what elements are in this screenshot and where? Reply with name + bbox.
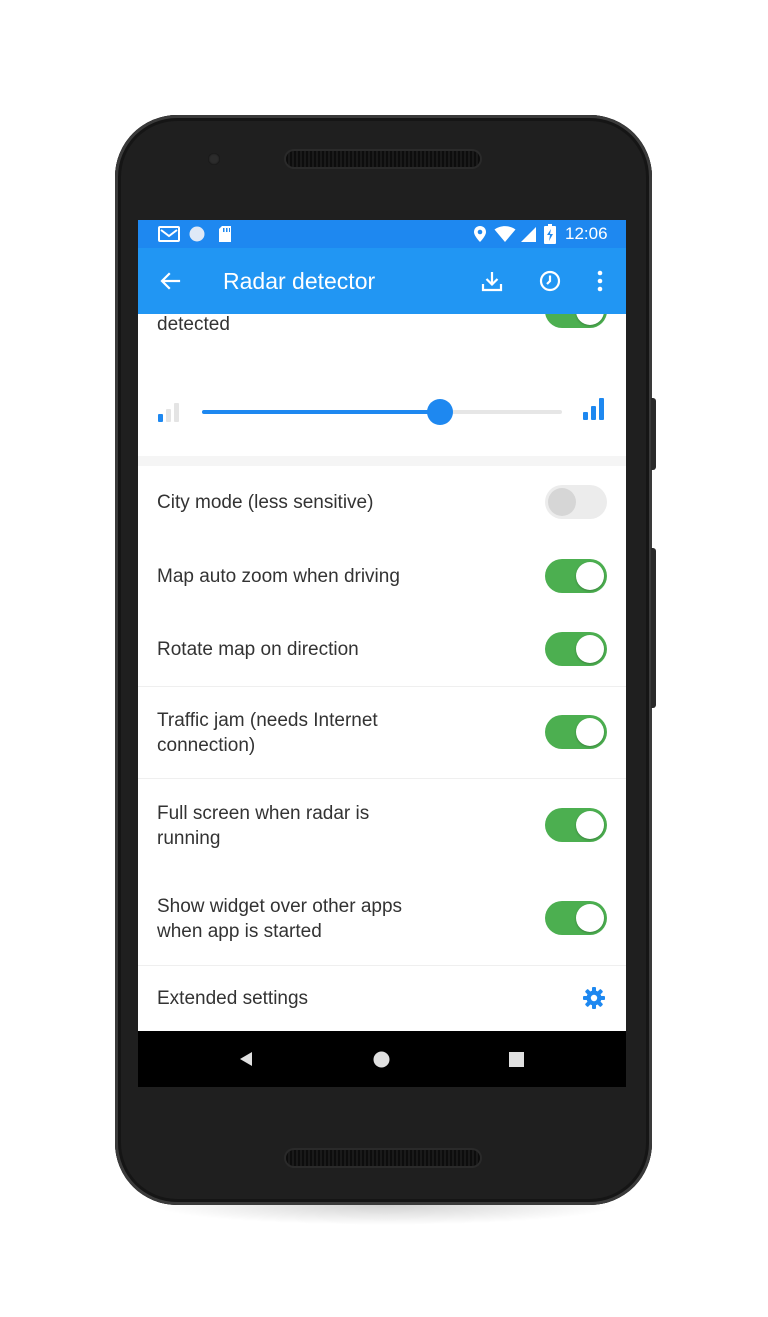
navigation-bar bbox=[138, 1031, 626, 1087]
setting-label-line1: Full screen when radar is bbox=[157, 803, 370, 824]
history-icon bbox=[539, 270, 561, 292]
status-time: 12:06 bbox=[565, 224, 608, 243]
power-button bbox=[651, 398, 656, 470]
home-icon[interactable] bbox=[373, 1051, 390, 1068]
setting-row-rotate-map[interactable]: Rotate map on direction bbox=[138, 613, 626, 685]
map-auto-zoom-switch[interactable] bbox=[545, 559, 607, 593]
setting-label: Rotate map on direction bbox=[157, 639, 359, 660]
setting-label-line1: Traffic jam (needs Internet bbox=[157, 710, 378, 731]
show-widget-switch[interactable] bbox=[545, 901, 607, 935]
bottom-speaker bbox=[286, 1150, 480, 1166]
back-arrow-button[interactable] bbox=[150, 261, 190, 301]
back-icon[interactable] bbox=[238, 1051, 254, 1067]
setting-row-traffic-jam[interactable]: Traffic jam (needs Internet connection) bbox=[138, 687, 626, 777]
status-bar: 12:06 bbox=[138, 220, 626, 248]
setting-label: Map auto zoom when driving bbox=[157, 566, 400, 587]
phone-screen: 12:06 Radar detector detected City mode … bbox=[138, 220, 626, 1087]
traffic-jam-switch[interactable] bbox=[545, 715, 607, 749]
sensitivity-slider-row bbox=[138, 374, 626, 454]
slider-thumb[interactable] bbox=[426, 399, 453, 425]
front-camera bbox=[208, 153, 220, 165]
page-title: Radar detector bbox=[223, 268, 376, 294]
extended-settings-label: Extended settings bbox=[157, 988, 309, 1009]
setting-row-show-widget[interactable]: Show widget over other apps when app is … bbox=[138, 872, 626, 964]
setting-row-map-auto-zoom[interactable]: Map auto zoom when driving bbox=[138, 540, 626, 612]
partial-setting-switch[interactable] bbox=[545, 314, 607, 328]
signal-low-icon bbox=[158, 403, 179, 422]
more-options-button[interactable] bbox=[580, 261, 620, 301]
setting-label-line2: connection) bbox=[157, 735, 256, 756]
gmail-icon bbox=[158, 226, 180, 247]
extended-settings-row[interactable]: Extended settings bbox=[138, 966, 626, 1031]
history-button[interactable] bbox=[530, 261, 570, 301]
battery-charging-icon bbox=[544, 224, 556, 249]
slider-fill bbox=[202, 410, 440, 414]
setting-label-line1: Show widget over other apps bbox=[157, 896, 403, 917]
setting-row-full-screen[interactable]: Full screen when radar is running bbox=[138, 779, 626, 871]
gear-icon[interactable] bbox=[582, 986, 606, 1010]
signal-icon bbox=[519, 226, 537, 248]
wifi-icon bbox=[494, 226, 516, 248]
circle-icon bbox=[189, 226, 205, 247]
setting-label: City mode (less sensitive) bbox=[157, 492, 374, 513]
city-mode-switch[interactable] bbox=[545, 485, 607, 519]
sd-card-icon bbox=[218, 225, 232, 248]
recents-icon[interactable] bbox=[509, 1052, 524, 1067]
download-button[interactable] bbox=[472, 261, 512, 301]
more-vert-icon bbox=[597, 270, 603, 292]
arrow-back-icon bbox=[160, 272, 181, 290]
signal-high-icon bbox=[583, 398, 604, 420]
full-screen-switch[interactable] bbox=[545, 808, 607, 842]
settings-list: detected City mode (less sensitive) Map … bbox=[138, 314, 626, 1031]
setting-label-line2: running bbox=[157, 828, 221, 849]
download-icon bbox=[481, 272, 503, 292]
location-icon bbox=[473, 225, 487, 248]
setting-label-line2: when app is started bbox=[157, 921, 322, 942]
partial-setting-label: detected bbox=[157, 314, 230, 335]
rotate-map-switch[interactable] bbox=[545, 632, 607, 666]
app-bar: Radar detector bbox=[138, 248, 626, 314]
volume-button bbox=[651, 548, 656, 708]
setting-row-city-mode[interactable]: City mode (less sensitive) bbox=[138, 466, 626, 538]
top-speaker bbox=[286, 151, 480, 167]
partial-setting-row[interactable]: detected bbox=[138, 314, 626, 350]
section-separator bbox=[138, 456, 626, 466]
